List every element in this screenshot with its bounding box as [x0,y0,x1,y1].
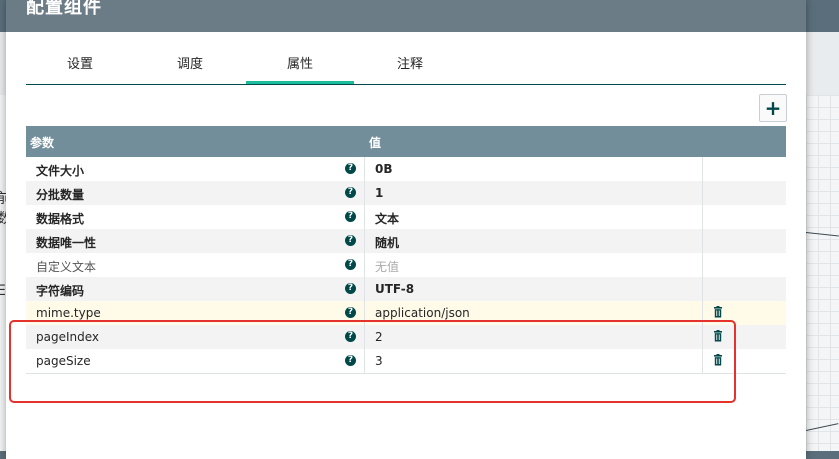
tab-scheduling[interactable]: 调度 [136,51,244,82]
property-value[interactable]: 文本 [375,210,399,227]
column-divider [702,205,703,229]
column-divider [364,229,365,253]
column-divider [702,253,703,277]
property-name: 数据唯一性 [36,236,97,250]
table-row[interactable]: 文件大小 ? 0B [26,157,786,182]
table-row[interactable]: 字符编码 ? UTF-8 [26,277,786,302]
plus-icon: + [764,96,782,120]
table-header: 参数 值 [26,126,786,157]
dialog-header: 配置组件 [6,0,806,32]
table-row[interactable]: 数据格式 ? 文本 [26,205,786,230]
property-name: 分批数量 [36,188,85,202]
column-divider [364,277,365,301]
help-icon[interactable]: ? [345,283,356,294]
property-value[interactable]: 无值 [375,258,399,275]
property-value[interactable]: 0B [375,162,393,176]
property-value[interactable]: 随机 [375,234,399,251]
property-name: mime.type [36,306,101,320]
help-icon[interactable]: ? [345,163,356,174]
property-name: 自定义文本 [36,260,97,274]
column-divider [702,277,703,301]
column-header-param: 参数 [30,136,55,150]
tab-settings[interactable]: 设置 [26,51,134,82]
help-icon[interactable]: ? [345,211,356,222]
tab-properties[interactable]: 属性 [246,51,354,84]
property-name: 字符编码 [36,284,85,298]
table-row[interactable]: 自定义文本 ? 无值 [26,253,786,278]
background-text-fragment: E [0,283,6,299]
table-row[interactable]: 数据唯一性 ? 随机 [26,229,786,254]
help-icon[interactable]: ? [345,259,356,270]
column-divider [364,253,365,277]
table-row[interactable]: 分批数量 ? 1 [26,181,786,206]
column-divider [702,157,703,181]
column-divider [364,205,365,229]
add-property-button[interactable]: + [759,94,787,122]
dialog-title: 配置组件 [26,0,102,18]
column-divider [702,181,703,205]
help-icon[interactable]: ? [345,187,356,198]
help-icon[interactable]: ? [345,307,356,318]
column-header-value: 值 [369,136,382,150]
highlight-annotation-box [9,320,736,403]
property-name: 文件大小 [36,164,85,178]
background-canvas-grid [806,95,839,451]
property-value[interactable]: application/json [375,306,470,320]
property-value[interactable]: UTF-8 [375,282,414,296]
trash-icon[interactable] [712,306,724,318]
property-value[interactable]: 1 [375,186,383,200]
help-icon[interactable]: ? [345,235,356,246]
property-name: 数据格式 [36,212,85,226]
column-divider [364,181,365,205]
column-divider [364,157,365,181]
tab-bar: 设置 调度 属性 注释 [26,51,786,85]
column-divider [702,229,703,253]
tab-comments[interactable]: 注释 [356,51,464,82]
